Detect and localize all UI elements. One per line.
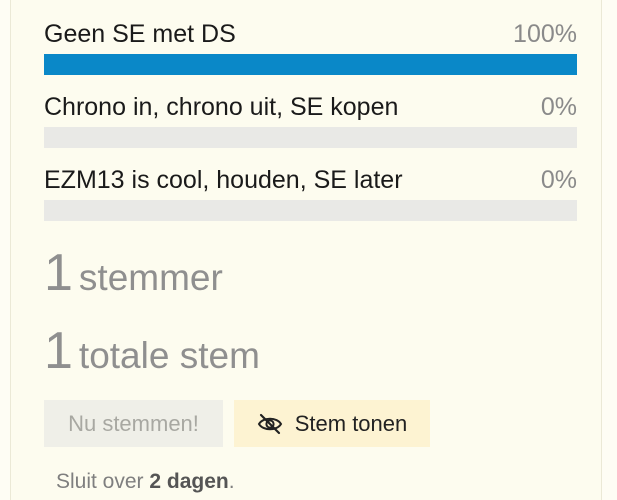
closes-duration: 2 dagen (149, 470, 229, 493)
poll-option-percent: 100% (513, 20, 577, 48)
poll-option: Chrono in, chrono uit, SE kopen 0% (44, 73, 577, 148)
poll-option-bar-track (44, 127, 577, 148)
poll-option-label: Chrono in, chrono uit, SE kopen (44, 93, 399, 121)
total-votes-number: 1 (44, 322, 73, 380)
poll-results: Geen SE met DS 100% Chrono in, chrono ui… (44, 0, 577, 221)
poll-option-bar-fill (44, 54, 577, 75)
closes-suffix: . (228, 470, 235, 493)
show-votes-label: Stem tonen (294, 410, 408, 436)
voters-count: 1 stemmer (44, 243, 223, 303)
total-votes-label: totale stem (78, 335, 260, 376)
poll-closes-notice: Sluit over 2 dagen. (56, 470, 235, 494)
show-votes-button[interactable]: Stem tonen (234, 400, 430, 447)
vote-now-button[interactable]: Nu stemmen! (44, 400, 223, 447)
right-edge (601, 0, 617, 500)
total-votes-count: 1 totale stem (44, 321, 260, 381)
poll-option-label: Geen SE met DS (44, 20, 236, 48)
poll-option-percent: 0% (540, 166, 577, 194)
poll-option-percent: 0% (540, 93, 577, 121)
poll-option: EZM13 is cool, houden, SE later 0% (44, 146, 577, 221)
eye-off-icon (257, 413, 283, 435)
voters-number: 1 (44, 244, 73, 302)
poll-option: Geen SE met DS 100% (44, 0, 577, 75)
poll-option-bar-track (44, 54, 577, 75)
poll-option-bar-track (44, 200, 577, 221)
voters-label: stemmer (78, 257, 223, 298)
poll-option-label: EZM13 is cool, houden, SE later (44, 166, 403, 194)
left-edge (0, 0, 11, 500)
closes-prefix: Sluit over (56, 470, 144, 493)
